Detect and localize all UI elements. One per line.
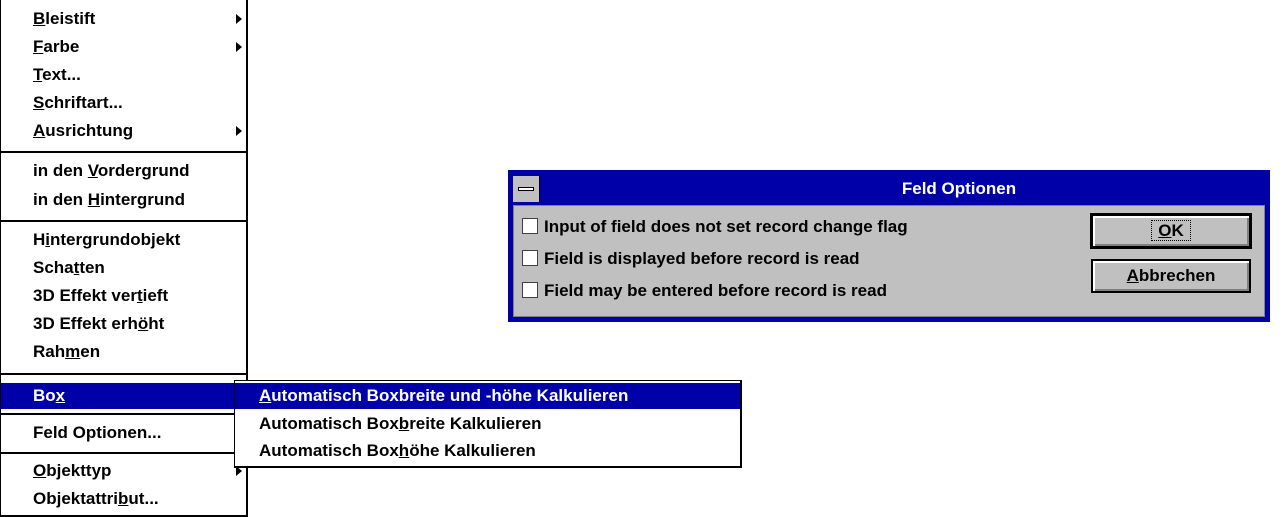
menu-item-3d-vertieft[interactable]: 3D Effekt vertieft [1,283,246,309]
menu-item-objektattribut[interactable]: Objektattribut... [1,486,246,512]
system-menu-icon [518,187,534,191]
cancel-button[interactable]: Abbrechen [1091,259,1251,293]
menu-item-box[interactable]: Box [1,383,246,409]
submenu-item-breite[interactable]: Automatisch Boxbreite Kalkulieren [235,411,740,437]
submenu-arrow-icon [236,126,242,136]
submenu-arrow-icon [236,14,242,24]
menu-item-vordergrund[interactable]: in den Vordergrund [1,158,246,184]
checkbox-row-no-change-flag[interactable]: Input of field does not set record chang… [522,214,908,240]
menu-separator [1,452,246,454]
menu-separator [1,151,246,153]
dialog-title: Feld Optionen [901,179,1017,198]
menu-separator [1,413,246,415]
menu-item-hintergrund[interactable]: in den Hintergrund [1,187,246,213]
menu-item-rahmen[interactable]: Rahmen [1,339,246,365]
checkbox-display-before-read[interactable] [522,250,538,266]
menu-separator [1,220,246,222]
checkbox-enter-before-read[interactable] [522,282,538,298]
menu-item-schatten[interactable]: Schatten [1,255,246,281]
menu-item-hintergrundobjekt[interactable]: Hintergrundobjekt [1,227,246,253]
checkbox-row-display-before-read[interactable]: Field is displayed before record is read [522,246,860,272]
menu-item-feld-optionen[interactable]: Feld Optionen... [1,420,246,446]
menu-item-objekttyp[interactable]: Objekttyp [1,458,246,484]
menu-item-text[interactable]: Text... [1,62,246,88]
box-submenu: Automatisch Boxbreite und -höhe Kalkulie… [234,380,742,468]
dialog-body: Input of field does not set record chang… [513,205,1265,317]
menu-separator [1,373,246,375]
menu-item-farbe[interactable]: Farbe [1,34,246,60]
dialog-title-bar: Feld Optionen [513,175,1265,203]
checkbox-no-change-flag[interactable] [522,218,538,234]
checkbox-label: Field is displayed before record is read [544,249,860,268]
ok-button[interactable]: OK [1090,213,1252,249]
submenu-item-hoehe[interactable]: Automatisch Boxhöhe Kalkulieren [235,438,740,464]
checkbox-label: Input of field does not set record chang… [544,217,908,236]
menu-item-3d-erhoeht[interactable]: 3D Effekt erhöht [1,311,246,337]
submenu-arrow-icon [236,42,242,52]
menu-item-schriftart[interactable]: Schriftart... [1,90,246,116]
checkbox-row-enter-before-read[interactable]: Field may be entered before record is re… [522,278,887,304]
context-menu: Bleistift Farbe Text... Schriftart... Au… [0,0,248,517]
menu-item-ausrichtung[interactable]: Ausrichtung [1,118,246,144]
feld-optionen-dialog: Feld Optionen Input of field does not se… [508,170,1270,322]
submenu-item-breite-und-hoehe[interactable]: Automatisch Boxbreite und -höhe Kalkulie… [235,383,740,409]
checkbox-label: Field may be entered before record is re… [544,281,887,300]
menu-item-bleistift[interactable]: Bleistift [1,6,246,32]
system-menu-button[interactable] [513,176,540,202]
